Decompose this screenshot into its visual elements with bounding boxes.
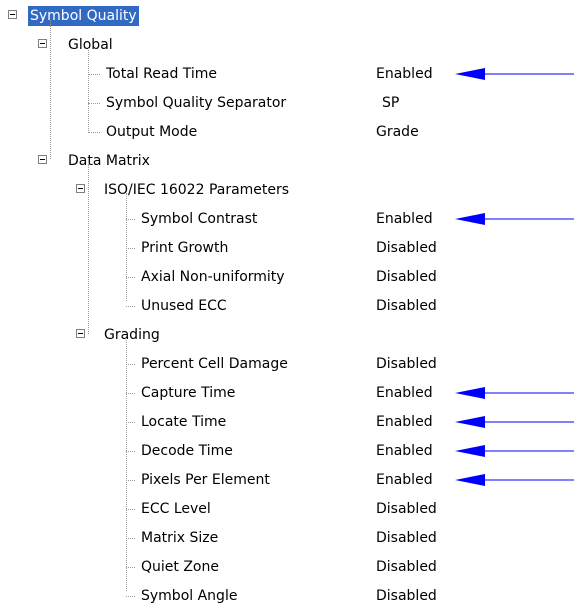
tree-leaf-total-read-time[interactable]: Total Read Time <box>104 64 219 84</box>
tree-leaf-symbol-angle[interactable]: Symbol Angle <box>139 586 239 606</box>
callout-arrows <box>455 68 574 486</box>
setting-value: Disabled <box>376 240 437 256</box>
setting-value: Enabled <box>376 211 433 227</box>
setting-value: Disabled <box>376 269 437 285</box>
tree-leaf-symbol-contrast[interactable]: Symbol Contrast <box>139 209 259 229</box>
setting-value: Disabled <box>376 298 437 314</box>
setting-value: SP <box>382 95 400 111</box>
tree-leaf-ecc-level[interactable]: ECC Level <box>139 499 213 519</box>
setting-value: Disabled <box>376 501 437 517</box>
setting-value: Disabled <box>376 530 437 546</box>
arrow-left-icon <box>455 445 485 457</box>
tree-leaf-quiet-zone[interactable]: Quiet Zone <box>139 557 221 577</box>
setting-value: Enabled <box>376 414 433 430</box>
setting-value: Disabled <box>376 356 437 372</box>
arrow-left-icon <box>455 416 485 428</box>
setting-value: Enabled <box>376 472 433 488</box>
arrow-left-icon <box>455 213 485 225</box>
setting-value: Enabled <box>376 66 433 82</box>
setting-value: Disabled <box>376 559 437 575</box>
tree-view: Symbol Quality Global Data Matrix ISO/IE… <box>0 0 576 605</box>
tree-leaf-percent-cell-damage[interactable]: Percent Cell Damage <box>139 354 290 374</box>
tree-leaf-pixels-per-element[interactable]: Pixels Per Element <box>139 470 272 490</box>
tree-leaf-matrix-size[interactable]: Matrix Size <box>139 528 220 548</box>
setting-value: Enabled <box>376 385 433 401</box>
tree-leaf-axial-non-uniformity[interactable]: Axial Non-uniformity <box>139 267 287 287</box>
tree-leaf-decode-time[interactable]: Decode Time <box>139 441 235 461</box>
tree-leaf-symbol-quality-separator[interactable]: Symbol Quality Separator <box>104 93 288 113</box>
tree-leaf-capture-time[interactable]: Capture Time <box>139 383 237 403</box>
tree-leaf-locate-time[interactable]: Locate Time <box>139 412 228 432</box>
setting-value: Disabled <box>376 588 437 604</box>
setting-value: Grade <box>376 124 419 140</box>
arrow-left-icon <box>455 387 485 399</box>
arrow-left-icon <box>455 68 485 80</box>
setting-value: Enabled <box>376 443 433 459</box>
arrow-left-icon <box>455 474 485 486</box>
tree-leaf-print-growth[interactable]: Print Growth <box>139 238 230 258</box>
tree-leaf-unused-ecc[interactable]: Unused ECC <box>139 296 229 316</box>
tree-leaf-output-mode[interactable]: Output Mode <box>104 122 199 142</box>
